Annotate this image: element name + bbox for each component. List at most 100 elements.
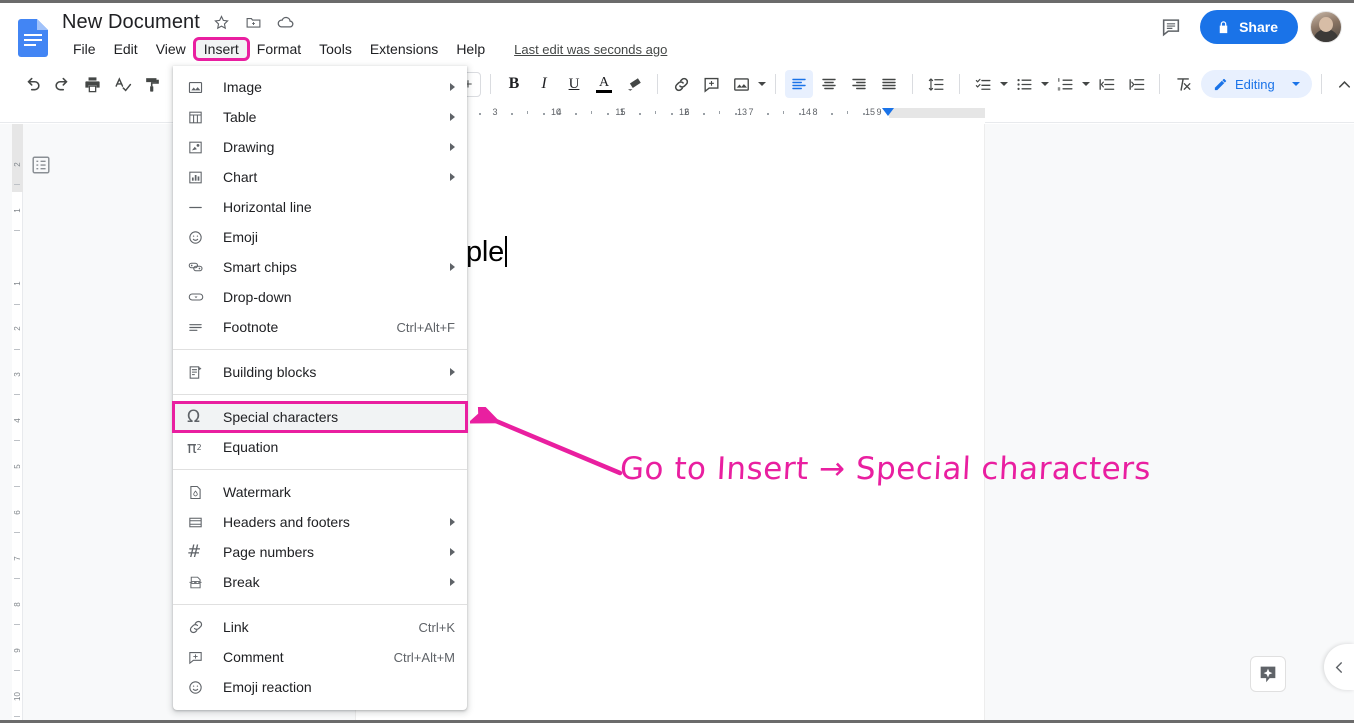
menu-item-emoji-reaction[interactable]: Emoji reaction: [173, 672, 467, 702]
share-button-label: Share: [1239, 19, 1278, 35]
menu-item-table[interactable]: Table: [173, 102, 467, 132]
spell-check-icon[interactable]: [108, 70, 136, 98]
editing-mode-button[interactable]: Editing: [1201, 70, 1312, 98]
align-justify-icon[interactable]: [875, 70, 903, 98]
menu-file[interactable]: File: [64, 39, 105, 59]
ruler-dot: [479, 113, 481, 115]
redo-icon[interactable]: [48, 70, 76, 98]
side-panel-toggle-button[interactable]: [1324, 644, 1354, 690]
decrease-indent-icon[interactable]: [1092, 70, 1120, 98]
insert-dropdown-menu: Image Table Drawing Chart Horizontal lin…: [172, 66, 468, 710]
menu-help[interactable]: Help: [447, 39, 494, 59]
break-icon: [187, 572, 209, 592]
menu-extensions[interactable]: Extensions: [361, 39, 447, 59]
last-edit-status[interactable]: Last edit was seconds ago: [514, 42, 667, 57]
insert-link-icon[interactable]: [667, 70, 695, 98]
vertical-ruler-tick: [14, 349, 20, 350]
bulleted-list-chevron-down-icon[interactable]: [1041, 82, 1049, 86]
menu-item-shortcut: Ctrl+Alt+M: [393, 649, 455, 665]
bold-button[interactable]: B: [500, 70, 528, 98]
star-icon[interactable]: [212, 13, 232, 33]
clear-formatting-icon[interactable]: [1169, 70, 1197, 98]
ruler-dot: [511, 113, 513, 115]
menu-separator: [173, 394, 467, 395]
menu-edit[interactable]: Edit: [105, 39, 147, 59]
menu-bar: File Edit View Insert Format Tools Exten…: [64, 37, 667, 61]
paint-format-icon[interactable]: [138, 70, 166, 98]
ruler-number: 12: [678, 107, 690, 117]
comment-history-icon[interactable]: [1154, 10, 1188, 44]
numbered-list-chevron-down-icon[interactable]: [1082, 82, 1090, 86]
vertical-ruler-number: 2: [13, 162, 22, 167]
insert-image-icon[interactable]: [727, 70, 755, 98]
menu-item-page-numbers[interactable]: # Page numbers: [173, 537, 467, 567]
undo-icon[interactable]: [18, 70, 46, 98]
vertical-ruler[interactable]: 2 1 1 2 3 4 5 6 7 8 9 10 11 12: [12, 124, 23, 720]
menu-item-label: Footnote: [223, 319, 279, 335]
highlight-color-icon[interactable]: [620, 70, 648, 98]
link-icon: [187, 617, 209, 637]
explore-button[interactable]: [1250, 656, 1286, 692]
menu-item-smart-chips[interactable]: Smart chips: [173, 252, 467, 282]
menu-item-chart[interactable]: Chart: [173, 162, 467, 192]
bulleted-list-icon[interactable]: [1010, 70, 1038, 98]
headers-footers-icon: [187, 512, 209, 532]
menu-item-label: Headers and footers: [223, 514, 350, 530]
menu-item-image[interactable]: Image: [173, 72, 467, 102]
chart-icon: [187, 167, 209, 187]
menu-format[interactable]: Format: [248, 39, 310, 59]
checklist-icon[interactable]: [969, 70, 997, 98]
menu-item-drawing[interactable]: Drawing: [173, 132, 467, 162]
editing-mode-chevron-down-icon[interactable]: [1291, 82, 1300, 86]
menu-insert[interactable]: Insert: [192, 37, 250, 61]
ruler-tick: [719, 111, 720, 114]
menu-item-footnote[interactable]: Footnote Ctrl+Alt+F: [173, 312, 467, 342]
text-color-button[interactable]: A: [590, 70, 618, 98]
menu-item-comment[interactable]: Comment Ctrl+Alt+M: [173, 642, 467, 672]
page-numbers-icon: #: [187, 542, 202, 562]
menu-item-watermark[interactable]: Watermark: [173, 477, 467, 507]
numbered-list-icon[interactable]: [1051, 70, 1079, 98]
menu-item-horizontal-line[interactable]: Horizontal line: [173, 192, 467, 222]
checklist-chevron-down-icon[interactable]: [1000, 82, 1008, 86]
menu-item-emoji[interactable]: Emoji: [173, 222, 467, 252]
align-right-icon[interactable]: [845, 70, 873, 98]
increase-indent-icon[interactable]: [1122, 70, 1150, 98]
add-comment-icon[interactable]: [697, 70, 725, 98]
menu-item-drop-down[interactable]: Drop-down: [173, 282, 467, 312]
ruler-dot: [543, 113, 545, 115]
menu-tools[interactable]: Tools: [310, 39, 361, 59]
share-button[interactable]: Share: [1200, 10, 1298, 44]
page-title[interactable]: New Document: [62, 11, 200, 34]
ruler-right-margin: [889, 108, 985, 118]
align-left-icon[interactable]: [785, 70, 813, 98]
menu-item-building-blocks[interactable]: Building blocks: [173, 357, 467, 387]
align-center-icon[interactable]: [815, 70, 843, 98]
print-icon[interactable]: [78, 70, 106, 98]
footnote-icon: [187, 317, 209, 337]
menu-item-special-characters[interactable]: Ω Special characters: [172, 401, 468, 433]
insert-image-chevron-down-icon[interactable]: [758, 82, 766, 86]
right-indent-marker[interactable]: [882, 108, 894, 116]
cloud-saved-icon[interactable]: [276, 13, 296, 33]
ruler-tick: [783, 111, 784, 114]
menu-item-break[interactable]: Break: [173, 567, 467, 597]
document-outline-icon[interactable]: [28, 152, 54, 178]
document-visible-text: ple: [466, 236, 505, 268]
toolbar-divider-2: [490, 74, 491, 94]
document-body-text[interactable]: ple: [466, 236, 508, 269]
vertical-ruler-tick: [14, 394, 20, 395]
move-to-folder-icon[interactable]: [244, 13, 264, 33]
submenu-arrow-icon: [450, 143, 455, 151]
menu-view[interactable]: View: [147, 39, 195, 59]
menu-item-headers-and-footers[interactable]: Headers and footers: [173, 507, 467, 537]
menu-item-equation[interactable]: π2 Equation: [173, 432, 467, 462]
watermark-icon: [187, 482, 209, 502]
italic-button[interactable]: I: [530, 70, 558, 98]
menu-item-link[interactable]: Link Ctrl+K: [173, 612, 467, 642]
avatar[interactable]: [1310, 11, 1342, 43]
line-spacing-icon[interactable]: [922, 70, 950, 98]
vertical-ruler-tick: [14, 624, 20, 625]
hide-menus-chevron-up-icon[interactable]: [1331, 70, 1354, 98]
underline-button[interactable]: U: [560, 70, 588, 98]
